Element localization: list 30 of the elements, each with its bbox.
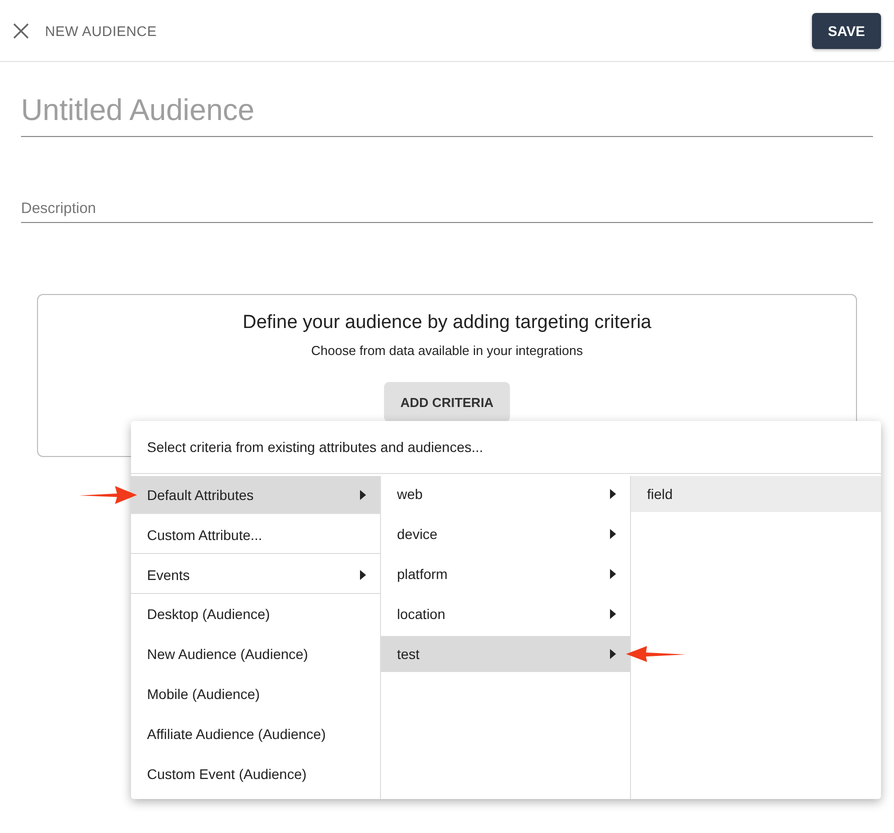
card-subheading: Choose from data available in your integrations [311,343,583,358]
caret-icon [610,569,616,579]
caret-icon [360,490,366,500]
menu-item[interactable]: Custom Event (Audience) [131,756,380,792]
menu-item[interactable]: device [381,516,630,552]
page-title: NEW AUDIENCE [45,22,158,38]
menu-item[interactable]: web [381,476,630,512]
card-heading: Define your audience by adding targeting criteria [242,312,652,334]
menu-item[interactable]: Custom Attribute... [131,516,380,554]
caret-icon [610,529,616,539]
menu-item[interactable]: Default Attributes [131,476,380,514]
menu-item[interactable]: Affiliate Audience (Audience) [131,716,380,752]
description-field[interactable]: Description [21,194,873,223]
menu-item[interactable]: location [381,596,630,632]
caret-icon [610,489,616,499]
close-icon[interactable] [13,22,29,38]
menu-item[interactable]: test [381,636,630,672]
menu-prompt: Select criteria from existing attributes and audiences... [147,439,484,455]
caret-icon [610,649,616,659]
menu-item[interactable]: field [631,476,881,512]
caret-icon [610,609,616,619]
menu-item[interactable]: New Audience (Audience) [131,636,380,672]
save-button[interactable]: SAVE [812,12,881,48]
menu-item[interactable]: Desktop (Audience) [131,596,380,632]
name-field[interactable]: Untitled Audience [21,86,873,137]
add-criteria-button[interactable]: ADD CRITERIA [384,382,510,422]
caret-icon [360,570,366,580]
menu-item[interactable]: Mobile (Audience) [131,676,380,712]
menu-item[interactable]: platform [381,556,630,592]
menu-item[interactable]: Events [131,556,380,594]
